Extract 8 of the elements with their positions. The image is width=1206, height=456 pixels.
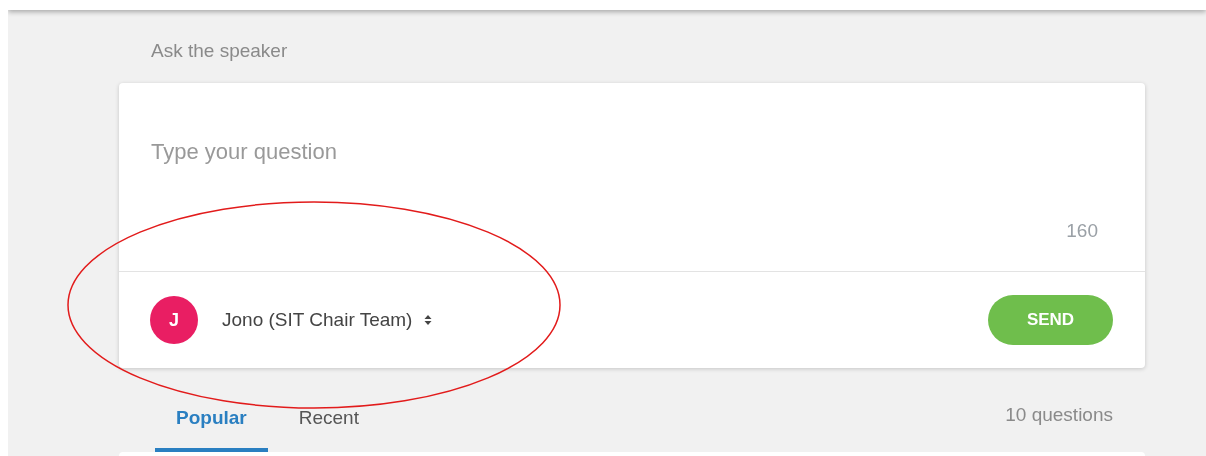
section-title: Ask the speaker [151, 40, 288, 61]
question-field[interactable]: Type your question [151, 135, 1113, 168]
avatar: J [150, 296, 198, 344]
sort-icon [424, 314, 433, 326]
author-select[interactable]: Jono (SIT Chair Team) [222, 305, 433, 335]
tab[interactable]: Recent [267, 388, 390, 452]
question-count: 10 questions [1005, 402, 1113, 427]
character-counter: 160 [1066, 218, 1098, 243]
